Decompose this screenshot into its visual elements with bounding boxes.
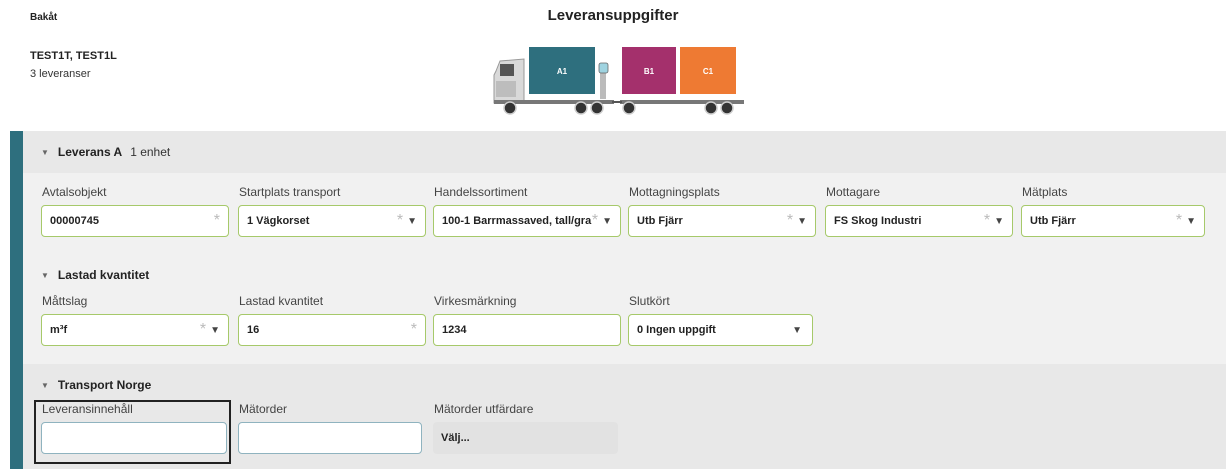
field-value: 100-1 Barrmassaved, tall/gra: [442, 215, 592, 227]
trade-assortment-select[interactable]: 100-1 Barrmassaved, tall/gra * ▼: [433, 205, 621, 237]
asterisk-icon: *: [199, 321, 207, 338]
section-title: Transport Norge: [57, 378, 152, 392]
field-value: m³f: [50, 324, 68, 336]
coupling: [612, 101, 622, 103]
chevron-down-icon[interactable]: ▼: [994, 216, 1004, 227]
contract-object-field[interactable]: 00000745 *: [41, 205, 229, 237]
chevron-down-icon[interactable]: ▼: [1186, 216, 1196, 227]
vehicle-name: TEST1T, TEST1L: [30, 50, 117, 62]
field-label: Mätorder: [239, 402, 288, 416]
asterisk-icon: *: [786, 212, 794, 229]
triangle-down-icon[interactable]: ▼: [41, 271, 49, 280]
recipient-select[interactable]: FS Skog Industri * ▼: [825, 205, 1013, 237]
field-label: Mätplats: [1022, 185, 1068, 199]
field-label: Mottagningsplats: [629, 185, 720, 199]
field-label: Handelssortiment: [434, 185, 528, 199]
asterisk-icon: *: [1175, 212, 1183, 229]
field-value: Utb Fjärr: [1030, 215, 1076, 227]
triangle-down-icon[interactable]: ▼: [41, 381, 49, 390]
cargo-unit-b1[interactable]: B1: [622, 47, 676, 94]
field-label: Avtalsobjekt: [42, 185, 107, 199]
asterisk-icon: *: [983, 212, 991, 229]
triangle-down-icon[interactable]: ▼: [41, 148, 49, 157]
truck-illustration: A1 B1 C1: [493, 47, 744, 115]
measure-type-select[interactable]: m³f * ▼: [41, 314, 229, 346]
field-label: Mottagare: [826, 185, 881, 199]
section-title: Leverans A: [57, 145, 123, 159]
field-value: 00000745: [50, 215, 99, 227]
page-title: Leveransuppgifter: [547, 7, 679, 24]
chevron-down-icon[interactable]: ▼: [792, 325, 802, 336]
final-run-select[interactable]: 0 Ingen uppgift ▼: [628, 314, 813, 346]
asterisk-icon: *: [591, 212, 599, 229]
section-title: Lastad kvantitet: [57, 268, 150, 282]
section-header-loaded[interactable]: ▼ Lastad kvantitet: [41, 268, 149, 282]
section-body-loaded: [23, 256, 1226, 364]
field-value: 16: [247, 324, 260, 336]
cargo-label: C1: [703, 67, 714, 76]
field-label: Startplats transport: [239, 185, 341, 199]
measuring-order-input[interactable]: [238, 422, 422, 454]
asterisk-icon: *: [213, 212, 220, 229]
field-label: Slutkört: [629, 294, 670, 308]
chevron-down-icon[interactable]: ▼: [602, 216, 612, 227]
field-label: Mätorder utfärdare: [434, 402, 534, 416]
field-label: Måttslag: [42, 294, 88, 308]
field-value: 0 Ingen uppgift: [637, 324, 716, 336]
section-header-delivery[interactable]: ▼ Leverans A 1 enhet: [23, 131, 1226, 173]
field-value: FS Skog Industri: [834, 215, 922, 227]
delivery-content-input[interactable]: [41, 422, 227, 454]
cargo-unit-a1[interactable]: A1: [529, 47, 595, 94]
cargo-unit-c1[interactable]: C1: [680, 47, 736, 94]
chevron-down-icon[interactable]: ▼: [407, 216, 417, 227]
asterisk-icon: *: [396, 212, 404, 229]
cargo-label: A1: [557, 67, 568, 76]
section-header-norway[interactable]: ▼ Transport Norge: [41, 378, 151, 392]
start-location-select[interactable]: 1 Vägkorset * ▼: [238, 205, 426, 237]
field-label: Virkesmärkning: [434, 294, 517, 308]
field-value: Utb Fjärr: [637, 215, 683, 227]
crane-icon: [598, 62, 609, 99]
delivery-count: 3 leveranser: [30, 68, 91, 80]
chevron-down-icon[interactable]: ▼: [797, 216, 807, 227]
accent-bar: [10, 131, 23, 469]
asterisk-icon: *: [410, 321, 417, 338]
measuring-site-select[interactable]: Utb Fjärr * ▼: [1021, 205, 1205, 237]
unit-count: 1 enhet: [130, 145, 171, 159]
truck-cab: [493, 58, 525, 104]
receiving-location-select[interactable]: Utb Fjärr * ▼: [628, 205, 816, 237]
field-label: Lastad kvantitet: [239, 294, 324, 308]
cargo-label: B1: [644, 67, 655, 76]
chevron-down-icon[interactable]: ▼: [210, 325, 220, 336]
field-value: 1234: [442, 324, 467, 336]
measuring-order-issuer-select[interactable]: Välj...: [433, 422, 618, 454]
field-value: Välj...: [441, 432, 470, 444]
timber-marking-input[interactable]: 1234: [433, 314, 621, 346]
field-label: Leveransinnehåll: [42, 402, 133, 416]
field-value: 1 Vägkorset: [247, 215, 310, 227]
loaded-quantity-input[interactable]: 16 *: [238, 314, 426, 346]
